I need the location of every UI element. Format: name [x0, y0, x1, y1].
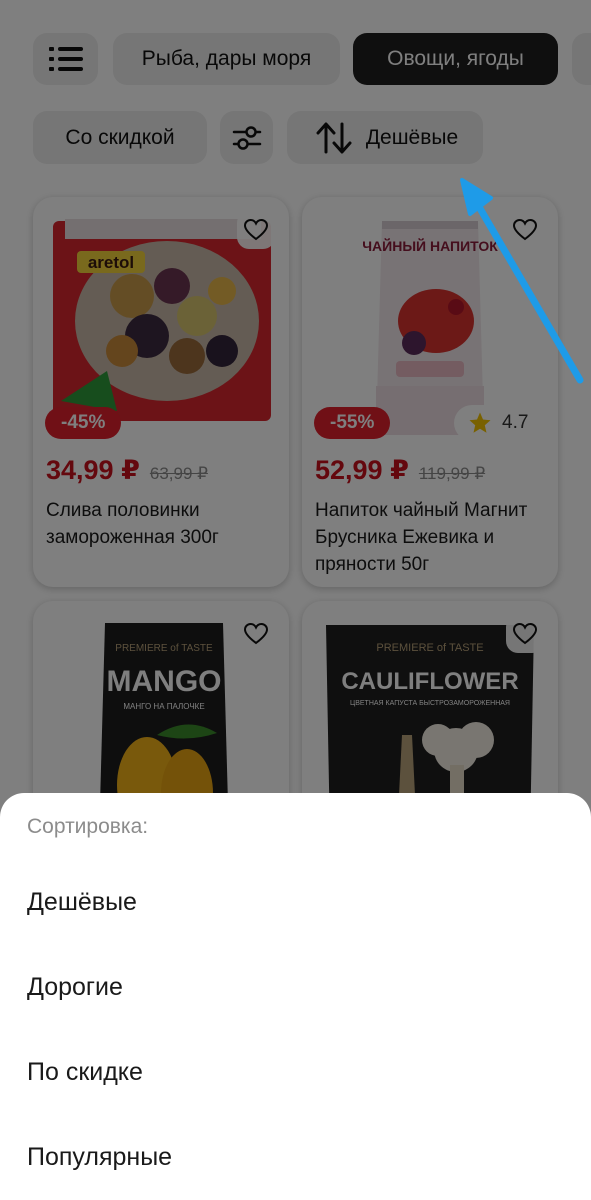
catalog-page: Рыба, дары моря Овощи, ягоды Со скидкой …: [0, 0, 591, 1200]
sort-option-popular[interactable]: Популярные: [27, 1143, 172, 1172]
sort-option-expensive[interactable]: Дорогие: [27, 973, 123, 1002]
sort-bottom-sheet: Сортировка: Дешёвые Дорогие По скидке По…: [0, 793, 591, 1200]
sort-sheet-title: Сортировка:: [27, 815, 149, 838]
sort-option-discount[interactable]: По скидке: [27, 1058, 143, 1087]
sort-option-cheap[interactable]: Дешёвые: [27, 888, 137, 917]
